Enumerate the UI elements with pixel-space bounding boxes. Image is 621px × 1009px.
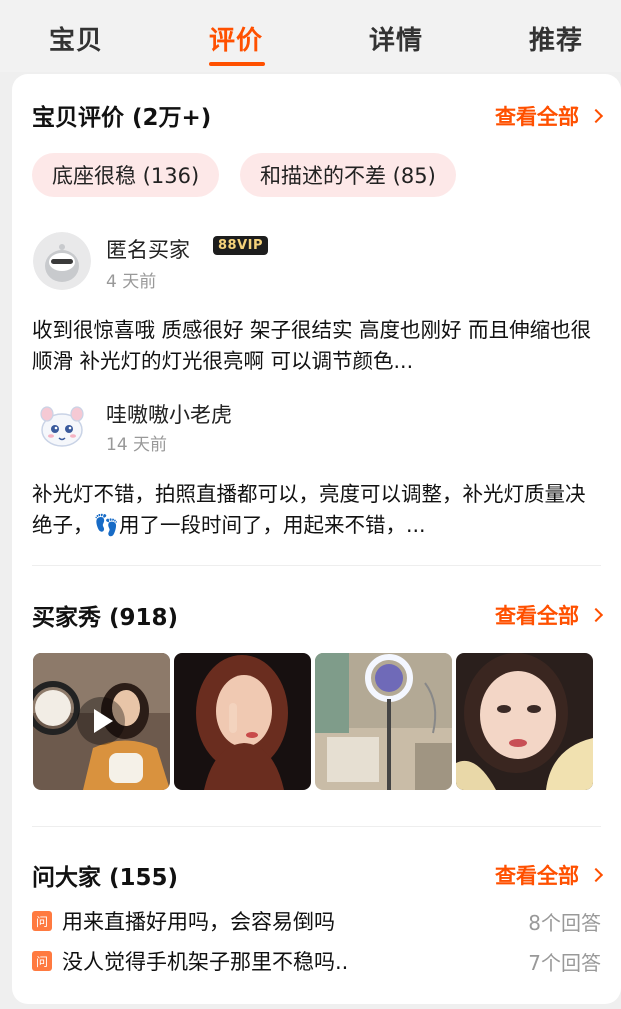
question-icon: 问 xyxy=(32,911,52,931)
top-tab-bar: 宝贝 评价 详情 推荐 xyxy=(0,0,621,72)
qa-question: 用来直播好用吗，会容易倒吗 xyxy=(62,910,335,934)
qa-see-all-link[interactable]: 查看全部 xyxy=(495,860,604,890)
qa-answer-count: 7个回答 xyxy=(528,950,601,975)
qa-item[interactable]: 问 用来直播好用吗，会容易倒吗 8个回答 xyxy=(32,905,601,937)
buyer-show-title: 买家秀 (918) xyxy=(32,605,179,631)
tab-product[interactable]: 宝贝 xyxy=(49,20,103,57)
reviews-title: 宝贝评价 (2万+) xyxy=(32,105,212,131)
qa-item[interactable]: 问 没人觉得手机架子那里不稳吗.. 7个回答 xyxy=(32,945,601,977)
see-all-label: 查看全部 xyxy=(495,864,579,888)
buyer-photo-video[interactable] xyxy=(33,653,170,790)
review-text[interactable]: 补光灯不错，拍照直播都可以，亮度可以调整，补光灯质量决绝子，👣用了一段时间了，用… xyxy=(32,479,602,541)
qa-title: 问大家 (155) xyxy=(32,865,179,891)
reviewer-name: 哇嗷嗷小老虎 xyxy=(106,403,232,427)
review-tag-stable-base[interactable]: 底座很稳 (136) xyxy=(32,153,220,197)
review-tag-as-described[interactable]: 和描述的不差 (85) xyxy=(240,153,456,197)
qa-answer-count: 8个回答 xyxy=(528,910,601,935)
reviews-card: 宝贝评价 (2万+) 查看全部 底座很稳 (136) 和描述的不差 (85) 匿… xyxy=(12,74,621,1004)
see-all-label: 查看全部 xyxy=(495,604,579,628)
buyer-photo[interactable] xyxy=(174,653,311,790)
chevron-right-icon xyxy=(588,108,604,124)
tab-recommend[interactable]: 推荐 xyxy=(529,20,583,57)
chevron-right-icon xyxy=(588,607,604,623)
avatar[interactable] xyxy=(33,398,91,456)
buyer-photo[interactable] xyxy=(456,653,593,790)
review-time: 14 天前 xyxy=(106,435,168,455)
reviewer-name: 匿名买家 xyxy=(106,238,190,262)
vip-badge: 88VIP xyxy=(213,236,269,255)
chevron-right-icon xyxy=(588,867,604,883)
tab-details[interactable]: 详情 xyxy=(369,20,423,57)
review-time: 4 天前 xyxy=(106,272,157,292)
buyer-show-see-all-link[interactable]: 查看全部 xyxy=(495,600,604,630)
qa-question: 没人觉得手机架子那里不稳吗.. xyxy=(62,950,349,974)
section-divider xyxy=(32,826,601,827)
reviews-see-all-link[interactable]: 查看全部 xyxy=(495,101,604,131)
buyer-photo[interactable] xyxy=(315,653,452,790)
active-tab-indicator xyxy=(209,62,265,66)
see-all-label: 查看全部 xyxy=(495,105,579,129)
tab-reviews[interactable]: 评价 xyxy=(209,20,263,57)
question-icon: 问 xyxy=(32,951,52,971)
review-text[interactable]: 收到很惊喜哦 质感很好 架子很结实 高度也刚好 而且伸缩也很顺滑 补光灯的灯光很… xyxy=(32,315,602,377)
section-divider xyxy=(32,565,601,566)
avatar[interactable] xyxy=(33,232,91,290)
